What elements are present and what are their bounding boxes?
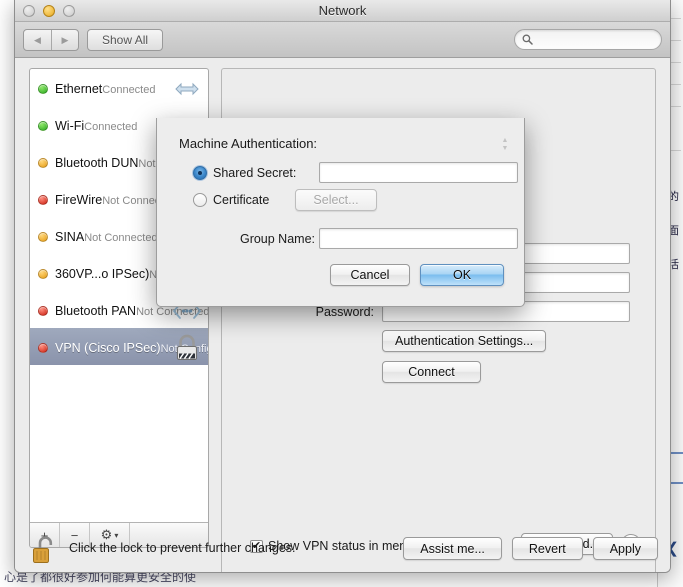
status-dot-green: [38, 121, 48, 131]
connect-button[interactable]: Connect: [382, 361, 481, 383]
content-area: EthernetConnectedWi‑FiConnectedBluetooth…: [15, 58, 670, 573]
cancel-button[interactable]: Cancel: [330, 264, 410, 286]
certificate-radio[interactable]: [193, 193, 207, 207]
service-name: Ethernet: [55, 82, 102, 96]
service-name: SINA: [55, 230, 84, 244]
service-name: 360VP...o IPSec): [55, 267, 149, 281]
certificate-row: Certificate Select...: [193, 189, 377, 211]
sheet-title: Machine Authentication:: [179, 136, 317, 151]
group-name-input[interactable]: [320, 229, 517, 248]
ethernet-icon: [172, 74, 202, 104]
assist-me-button[interactable]: Assist me...: [403, 537, 502, 560]
machine-authentication-sheet: Machine Authentication: ▲▼ Shared Secret…: [156, 118, 525, 307]
connect-row: Connect: [382, 361, 481, 383]
shared-secret-radio[interactable]: [193, 166, 207, 180]
service-row[interactable]: VPN (Cisco IPSec)Not Configured: [30, 328, 208, 365]
service-text: Bluetooth PANNot Connected: [55, 302, 172, 320]
service-name: Bluetooth DUN: [55, 156, 138, 170]
window-title: Network: [15, 3, 670, 18]
forward-button[interactable]: ▶: [51, 30, 78, 50]
group-name-field[interactable]: [319, 228, 518, 249]
service-text: FireWireNot Connected: [55, 191, 172, 209]
certificate-label: Certificate: [213, 193, 291, 207]
status-dot-amber: [38, 269, 48, 279]
group-name-label: Group Name:: [193, 232, 315, 246]
service-text: 360VP...o IPSec)Not Connected: [55, 265, 172, 283]
service-name: FireWire: [55, 193, 102, 207]
select-certificate-button[interactable]: Select...: [295, 189, 377, 211]
search-icon: [522, 34, 533, 45]
status-dot-green: [38, 84, 48, 94]
lock-instruction-text: Click the lock to prevent further change…: [69, 541, 296, 555]
shared-secret-field[interactable]: [319, 162, 518, 183]
stepper-icon[interactable]: ▲▼: [500, 137, 510, 153]
service-row[interactable]: EthernetConnected: [30, 69, 208, 106]
service-name: VPN (Cisco IPSec): [55, 341, 161, 355]
shared-secret-row: Shared Secret:: [193, 162, 518, 183]
status-dot-amber: [38, 232, 48, 242]
window-bottom-bar: Click the lock to prevent further change…: [15, 526, 670, 573]
service-text: VPN (Cisco IPSec)Not Configured: [55, 339, 172, 357]
navigation-segmented-control: ◀ ▶: [23, 29, 79, 51]
service-text: Wi‑FiConnected: [55, 117, 172, 135]
back-button[interactable]: ◀: [24, 30, 51, 50]
group-name-row: Group Name:: [193, 228, 518, 249]
status-dot-red: [38, 195, 48, 205]
service-text: EthernetConnected: [55, 80, 172, 98]
status-dot-amber: [38, 158, 48, 168]
network-preferences-window: Network ◀ ▶ Show All: [14, 0, 671, 573]
service-name: Bluetooth PAN: [55, 304, 136, 318]
vpn-lock-icon: [172, 333, 202, 363]
service-status: Connected: [84, 121, 137, 133]
shared-secret-input[interactable]: [320, 163, 517, 182]
service-text: Bluetooth DUNNot Connected: [55, 154, 172, 172]
toolbar: ◀ ▶ Show All: [15, 22, 670, 58]
service-status: Not Connected: [84, 232, 157, 244]
authentication-settings-button[interactable]: Authentication Settings...: [382, 330, 546, 352]
shared-secret-label: Shared Secret:: [213, 166, 315, 180]
auth-settings-row: Authentication Settings...: [382, 330, 546, 352]
service-name: Wi‑Fi: [55, 119, 84, 133]
bottom-buttons: Assist me... Revert Apply: [403, 537, 658, 560]
apply-button[interactable]: Apply: [593, 537, 658, 560]
status-dot-red: [38, 343, 48, 353]
open-padlock-icon[interactable]: [31, 534, 61, 571]
sheet-actions: Cancel OK: [330, 264, 504, 286]
screen: 的 面 活 ❮ 心是了都很好参加何能算更安全的使 Network ◀ ▶ Sh: [0, 0, 683, 587]
service-status: Connected: [102, 84, 155, 96]
search-field[interactable]: [514, 29, 662, 50]
search-input[interactable]: [537, 33, 655, 47]
title-bar: Network: [15, 0, 670, 22]
status-dot-red: [38, 306, 48, 316]
show-all-button[interactable]: Show All: [87, 29, 163, 51]
service-text: SINANot Connected: [55, 228, 172, 246]
ok-button[interactable]: OK: [420, 264, 504, 286]
revert-button[interactable]: Revert: [512, 537, 583, 560]
